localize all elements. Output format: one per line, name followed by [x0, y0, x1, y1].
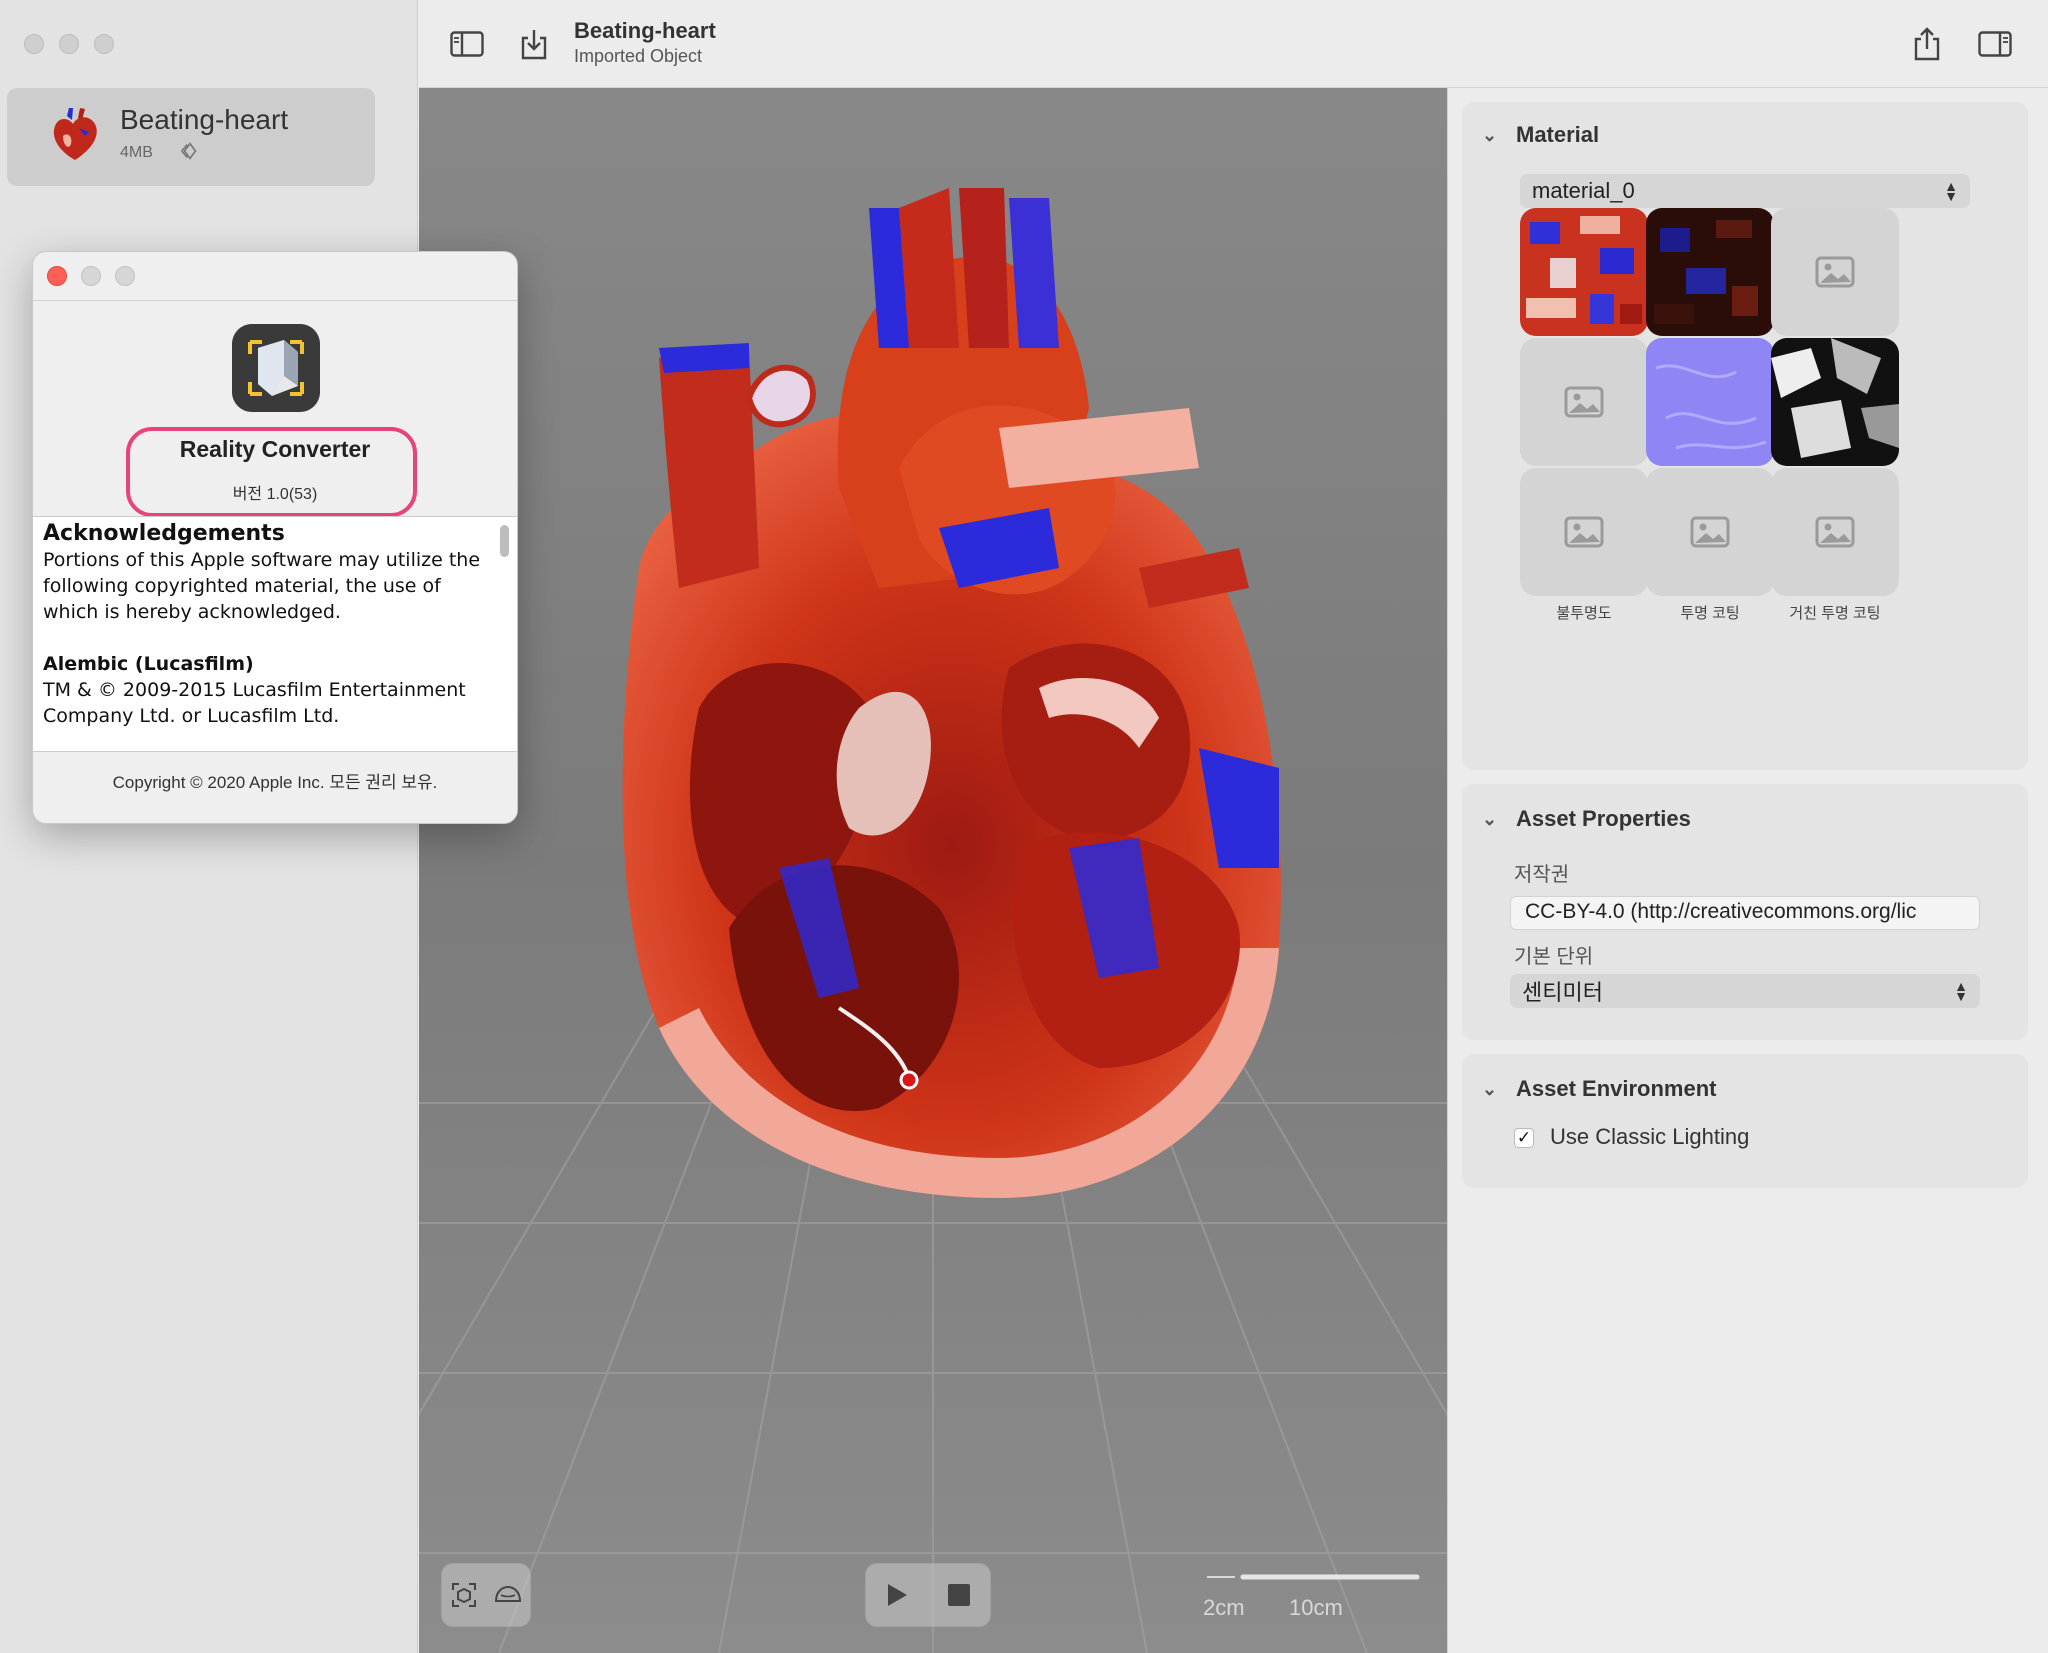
- image-placeholder-icon: [1564, 386, 1604, 418]
- asset-properties-header[interactable]: ⌄ Asset Properties: [1482, 806, 1691, 832]
- copyright-label: 저작권: [1514, 864, 1570, 886]
- file-size: 4MB: [120, 144, 153, 161]
- texture-slot[interactable]: [1646, 208, 1774, 336]
- copyright-field[interactable]: CC-BY-4.0 (http://creativecommons.org/li…: [1510, 896, 1980, 930]
- inspector-toggle-icon[interactable]: [1977, 26, 2013, 62]
- material-header[interactable]: ⌄ Material: [1482, 122, 1599, 148]
- material-header-label: Material: [1516, 122, 1600, 147]
- acknowledgements-scroll-view[interactable]: Acknowledgements Portions of this Apple …: [33, 516, 517, 752]
- share-icon[interactable]: [1909, 26, 1945, 62]
- acknowledgement-item-title: Alembic (Lucasfilm): [43, 653, 254, 675]
- unit-select-value: 센티미터: [1522, 980, 1603, 1005]
- updown-chevron-icon: ▲ ▼: [1954, 978, 1968, 1004]
- sidebar: Beating-heart 4MB: [0, 0, 418, 1653]
- app-version: 버전 1.0(53): [232, 486, 318, 503]
- asset-environment-section: ⌄ Asset Environment ✓ Use Classic Lighti…: [1462, 1054, 2028, 1188]
- about-window-controls: [47, 266, 135, 286]
- toolbar: Beating-heart Imported Object: [419, 0, 2048, 88]
- view-controls: [441, 1563, 531, 1627]
- chevron-down-icon: ⌄: [1482, 1078, 1498, 1099]
- titlebar-divider: [33, 300, 517, 301]
- about-close-button[interactable]: [47, 266, 67, 286]
- copyright-text: Copyright © 2020 Apple Inc. 모든 권리 보유.: [112, 773, 438, 792]
- asset-properties-header-label: Asset Properties: [1516, 806, 1691, 831]
- classic-lighting-label: Use Classic Lighting: [1550, 1124, 1750, 1149]
- inspector-panel: ⌄ Material material_0 ▲▼ 기본 색상사출메탈릭거칠기일반…: [1447, 88, 2048, 1653]
- texture-slot[interactable]: [1771, 338, 1899, 466]
- 3d-viewport[interactable]: 2cm 10cm: [419, 88, 1447, 1653]
- close-button[interactable]: [24, 34, 44, 54]
- texture-slot-label: 거친 투명 코팅: [1789, 605, 1881, 622]
- material-section: ⌄ Material material_0 ▲▼ 기본 색상사출메탈릭거칠기일반…: [1462, 102, 2028, 770]
- zoom-button[interactable]: [94, 34, 114, 54]
- document-title: Beating-heart: [574, 18, 716, 43]
- chevron-down-icon: ⌄: [1482, 808, 1498, 829]
- image-placeholder-icon: [1815, 516, 1855, 548]
- texture-slot[interactable]: [1646, 468, 1774, 596]
- unit-label: 기본 단위: [1514, 946, 1594, 968]
- material-select-value: material_0: [1532, 178, 1635, 203]
- playback-controls: [865, 1563, 991, 1627]
- texture-slot[interactable]: [1646, 338, 1774, 466]
- texture-slot[interactable]: [1520, 468, 1648, 596]
- file-name: Beating-heart: [120, 104, 289, 135]
- asset-properties-section: ⌄ Asset Properties 저작권 CC-BY-4.0 (http:/…: [1462, 784, 2028, 1040]
- about-window: Reality Converter 버전 1.0(53) Acknowledge…: [32, 251, 518, 824]
- ar-badge-icon: [181, 142, 197, 160]
- acknowledgements-title: Acknowledgements: [43, 521, 285, 546]
- material-select[interactable]: material_0 ▲ ▼: [1520, 174, 1970, 208]
- asset-environment-header[interactable]: ⌄ Asset Environment: [1482, 1076, 1717, 1102]
- environment-icon[interactable]: [493, 1583, 523, 1607]
- texture-slot[interactable]: [1771, 468, 1899, 596]
- scale-label-large: 10cm: [1289, 1595, 1343, 1620]
- window-controls: [24, 34, 114, 54]
- classic-lighting-checkbox[interactable]: ✓: [1514, 1128, 1534, 1148]
- file-list-item[interactable]: Beating-heart 4MB: [7, 88, 375, 186]
- asset-environment-header-label: Asset Environment: [1516, 1076, 1717, 1101]
- unit-select[interactable]: 센티미터 ▲ ▼: [1510, 974, 1980, 1008]
- play-icon[interactable]: [885, 1582, 909, 1608]
- image-placeholder-icon: [1564, 516, 1604, 548]
- heart-thumbnail-icon: [53, 108, 97, 160]
- updown-chevron-icon: ▲ ▼: [1944, 178, 1958, 204]
- texture-slot[interactable]: [1520, 338, 1648, 466]
- about-zoom-button: [115, 266, 135, 286]
- import-icon[interactable]: [516, 26, 552, 62]
- reality-converter-app-icon: [232, 324, 320, 412]
- reality-converter-window: Beating-heart 4MB Beating-heart Imported…: [0, 0, 2048, 1653]
- acknowledgement-item-body: TM & © 2009-2015 Lucasfilm Entertainment…: [43, 679, 466, 727]
- image-placeholder-icon: [1815, 256, 1855, 288]
- chevron-down-icon: ⌄: [1482, 124, 1498, 145]
- acknowledgements-body: Portions of this Apple software may util…: [43, 549, 481, 623]
- scale-indicator: 2cm 10cm: [1201, 1571, 1421, 1631]
- frame-object-icon[interactable]: [450, 1581, 478, 1609]
- document-subtitle: Imported Object: [574, 46, 703, 66]
- minimize-button[interactable]: [59, 34, 79, 54]
- scrollbar-thumb[interactable]: [500, 525, 509, 557]
- image-placeholder-icon: [1690, 516, 1730, 548]
- texture-slot[interactable]: [1520, 208, 1648, 336]
- sidebar-toggle-icon[interactable]: [449, 26, 485, 62]
- app-name: Reality Converter: [179, 436, 371, 462]
- heart-3d-model: [622, 188, 1281, 1198]
- scale-label-small: 2cm: [1203, 1595, 1245, 1620]
- about-minimize-button: [81, 266, 101, 286]
- texture-slot[interactable]: [1771, 208, 1899, 336]
- stop-icon[interactable]: [947, 1583, 971, 1607]
